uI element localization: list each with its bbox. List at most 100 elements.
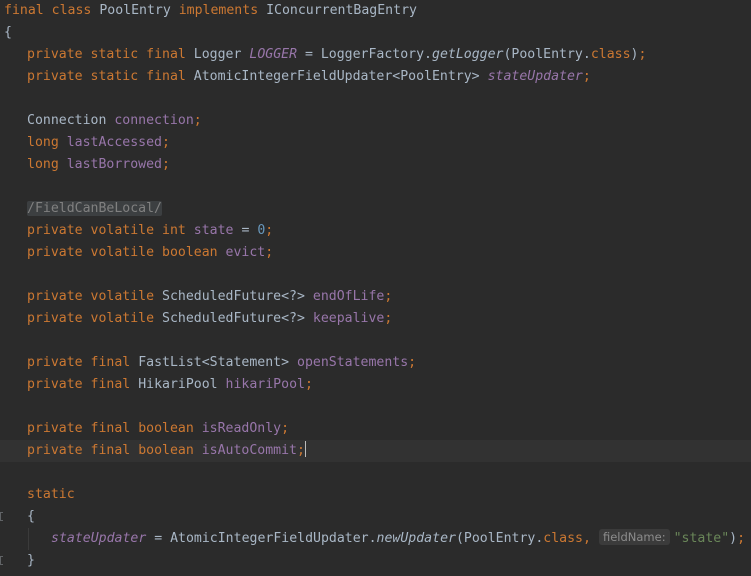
brace: } — [27, 553, 35, 568]
code-line[interactable]: private volatile boolean evict; — [0, 242, 751, 264]
code-editor[interactable]: final class PoolEntry implements IConcur… — [0, 0, 751, 576]
current-code-line[interactable]: private final boolean isAutoCommit; — [0, 440, 751, 462]
interface-name: IConcurrentBagEntry — [266, 3, 417, 18]
keyword: volatile — [90, 289, 155, 304]
code-line[interactable]: { — [0, 506, 751, 528]
semicolon: ; — [265, 245, 274, 260]
keyword: private — [27, 377, 83, 392]
semicolon: ; — [737, 531, 746, 546]
operator: = — [146, 531, 171, 546]
semicolon: ; — [582, 69, 591, 84]
keyword: private — [27, 355, 83, 370]
type-name: ScheduledFuture<?> — [162, 311, 305, 326]
arguments: (PoolEntry. — [455, 531, 544, 546]
keyword: final — [146, 47, 186, 62]
keyword: volatile — [90, 311, 155, 326]
code-line[interactable]: long lastBorrowed; — [0, 154, 751, 176]
arguments: (PoolEntry. — [503, 47, 591, 62]
keyword: boolean — [138, 421, 194, 436]
keyword: private — [27, 443, 83, 458]
field-name: lastAccessed — [66, 135, 162, 150]
semicolon: ; — [265, 223, 274, 238]
code-line[interactable]: Connection connection; — [0, 110, 751, 132]
keyword: long — [27, 157, 59, 172]
field-name: state — [193, 223, 234, 238]
operator: = — [297, 47, 321, 62]
field-name: connection — [114, 113, 194, 128]
string-literal: "state" — [673, 531, 730, 546]
keyword: private — [27, 47, 83, 62]
type-name: Logger — [193, 47, 242, 62]
code-line[interactable]: private static final AtomicIntegerFieldU… — [0, 66, 751, 88]
keyword: long — [27, 135, 59, 150]
code-line[interactable]: } — [0, 550, 751, 572]
semicolon: ; — [384, 311, 393, 326]
brace: { — [4, 25, 12, 40]
keyword: final — [90, 377, 131, 392]
code-line[interactable]: private volatile ScheduledFuture<?> endO… — [0, 286, 751, 308]
static-method: getLogger — [432, 47, 504, 62]
field-name: lastBorrowed — [66, 157, 162, 172]
code-line[interactable]: private volatile int state = 0; — [0, 220, 751, 242]
code-line[interactable]: final class PoolEntry implements IConcur… — [0, 0, 751, 22]
semicolon: ; — [304, 377, 313, 392]
field-name: isAutoCommit — [201, 443, 297, 458]
text-caret — [304, 441, 306, 457]
semicolon: ; — [162, 157, 170, 172]
inspection-comment[interactable]: /FieldCanBeLocal/ — [27, 201, 162, 216]
code-line[interactable]: private final boolean isReadOnly; — [0, 418, 751, 440]
code-line[interactable]: long lastAccessed; — [0, 132, 751, 154]
code-line[interactable]: private final FastList<Statement> openSt… — [0, 352, 751, 374]
keyword: boolean — [138, 443, 194, 458]
code-line[interactable]: stateUpdater = AtomicIntegerFieldUpdater… — [0, 528, 751, 550]
type-name: ScheduledFuture<?> — [162, 289, 305, 304]
static-field: LOGGER — [249, 47, 298, 62]
keyword: private — [27, 289, 83, 304]
keyword: private — [27, 223, 83, 238]
semicolon: ; — [162, 135, 170, 150]
static-field: stateUpdater — [487, 69, 583, 84]
keyword: private — [27, 311, 83, 326]
keyword: boolean — [162, 245, 218, 260]
paren: ) — [729, 531, 738, 546]
brace: { — [27, 509, 35, 524]
comma: , — [583, 531, 591, 546]
code-line[interactable]: { — [0, 22, 751, 44]
code-line[interactable]: static — [0, 484, 751, 506]
field-name: keepalive — [312, 311, 385, 326]
field-name: openStatements — [297, 355, 409, 370]
keyword: static — [90, 69, 139, 84]
keyword: final — [146, 69, 186, 84]
class-ref: LoggerFactory. — [320, 47, 432, 62]
semicolon: ; — [281, 421, 290, 436]
code-line[interactable]: /FieldCanBeLocal/ — [0, 198, 751, 220]
type-name: AtomicIntegerFieldUpdater<PoolEntry> — [193, 69, 480, 84]
parameter-hint: fieldName: — [598, 529, 670, 545]
keyword: final — [90, 355, 131, 370]
code-line[interactable]: private static final Logger LOGGER = Log… — [0, 44, 751, 66]
field-name: evict — [225, 245, 266, 260]
code-line[interactable]: private final HikariPool hikariPool; — [0, 374, 751, 396]
keyword: class — [51, 3, 92, 18]
keyword: int — [162, 223, 186, 238]
keyword: volatile — [90, 223, 155, 238]
static-field: stateUpdater — [51, 531, 147, 546]
keyword: static — [27, 487, 75, 502]
semicolon: ; — [408, 355, 417, 370]
keyword: implements — [178, 3, 259, 18]
keyword: volatile — [90, 245, 155, 260]
field-name: endOfLife — [312, 289, 385, 304]
code-line[interactable]: private volatile ScheduledFuture<?> keep… — [0, 308, 751, 330]
keyword: static — [90, 47, 139, 62]
semicolon: ; — [384, 289, 393, 304]
semicolon: ; — [193, 113, 202, 128]
class-name: PoolEntry — [99, 3, 171, 18]
field-name: isReadOnly — [201, 421, 282, 436]
keyword: final — [90, 443, 131, 458]
type-name: HikariPool — [138, 377, 218, 392]
keyword: private — [27, 69, 83, 84]
keyword: final — [4, 3, 44, 18]
keyword: final — [90, 421, 131, 436]
type-name: FastList<Statement> — [138, 355, 290, 370]
semicolon: ; — [297, 443, 305, 458]
